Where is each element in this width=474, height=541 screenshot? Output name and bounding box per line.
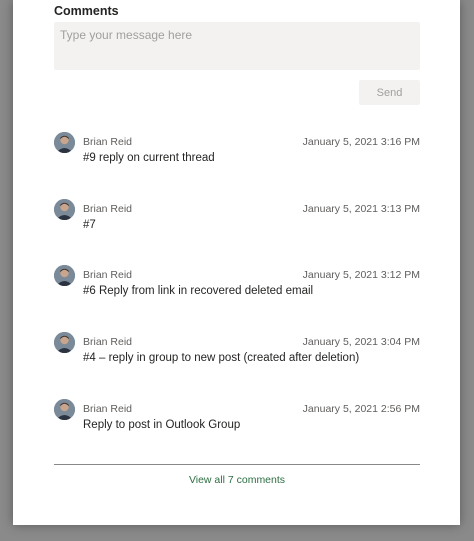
comment-timestamp: January 5, 2021 3:13 PM bbox=[302, 203, 420, 215]
comments-title: Comments bbox=[54, 4, 119, 18]
avatar[interactable] bbox=[54, 132, 75, 153]
comment-timestamp: January 5, 2021 3:16 PM bbox=[302, 136, 420, 148]
comment-list: Brian Reid January 5, 2021 3:16 PM #9 re… bbox=[13, 0, 460, 525]
comment-item: Brian Reid January 5, 2021 3:16 PM #9 re… bbox=[13, 132, 460, 172]
message-input[interactable] bbox=[54, 22, 420, 70]
comment-timestamp: January 5, 2021 2:56 PM bbox=[302, 403, 420, 415]
comment-text: #7 bbox=[83, 219, 96, 231]
avatar[interactable] bbox=[54, 399, 75, 420]
divider bbox=[54, 464, 420, 465]
comment-timestamp: January 5, 2021 3:12 PM bbox=[302, 269, 420, 281]
comment-timestamp: January 5, 2021 3:04 PM bbox=[302, 336, 420, 348]
comment-item: Brian Reid January 5, 2021 3:12 PM #6 Re… bbox=[13, 265, 460, 305]
comment-item: Brian Reid January 5, 2021 3:13 PM #7 bbox=[13, 199, 460, 239]
comments-panel: Comments Send Brian Reid January 5, 2021… bbox=[13, 0, 460, 525]
avatar[interactable] bbox=[54, 332, 75, 353]
comment-author: Brian Reid bbox=[83, 403, 133, 415]
avatar[interactable] bbox=[54, 199, 75, 220]
view-all-comments-link[interactable]: View all 7 comments bbox=[54, 474, 420, 486]
comment-text: #6 Reply from link in recovered deleted … bbox=[83, 285, 314, 297]
comment-author: Brian Reid bbox=[83, 136, 133, 148]
comment-author: Brian Reid bbox=[83, 336, 133, 348]
comment-item: Brian Reid January 5, 2021 3:04 PM #4 – … bbox=[13, 332, 460, 372]
message-box[interactable] bbox=[54, 22, 420, 70]
comment-item: Brian Reid January 5, 2021 2:56 PM Reply… bbox=[13, 399, 460, 439]
send-button[interactable]: Send bbox=[359, 80, 420, 105]
comment-author: Brian Reid bbox=[83, 203, 133, 215]
comment-author: Brian Reid bbox=[83, 269, 133, 281]
comment-text: #9 reply on current thread bbox=[83, 152, 215, 164]
comment-text: Reply to post in Outlook Group bbox=[83, 419, 241, 431]
avatar[interactable] bbox=[54, 265, 75, 286]
comment-text: #4 – reply in group to new post (created… bbox=[83, 352, 360, 364]
